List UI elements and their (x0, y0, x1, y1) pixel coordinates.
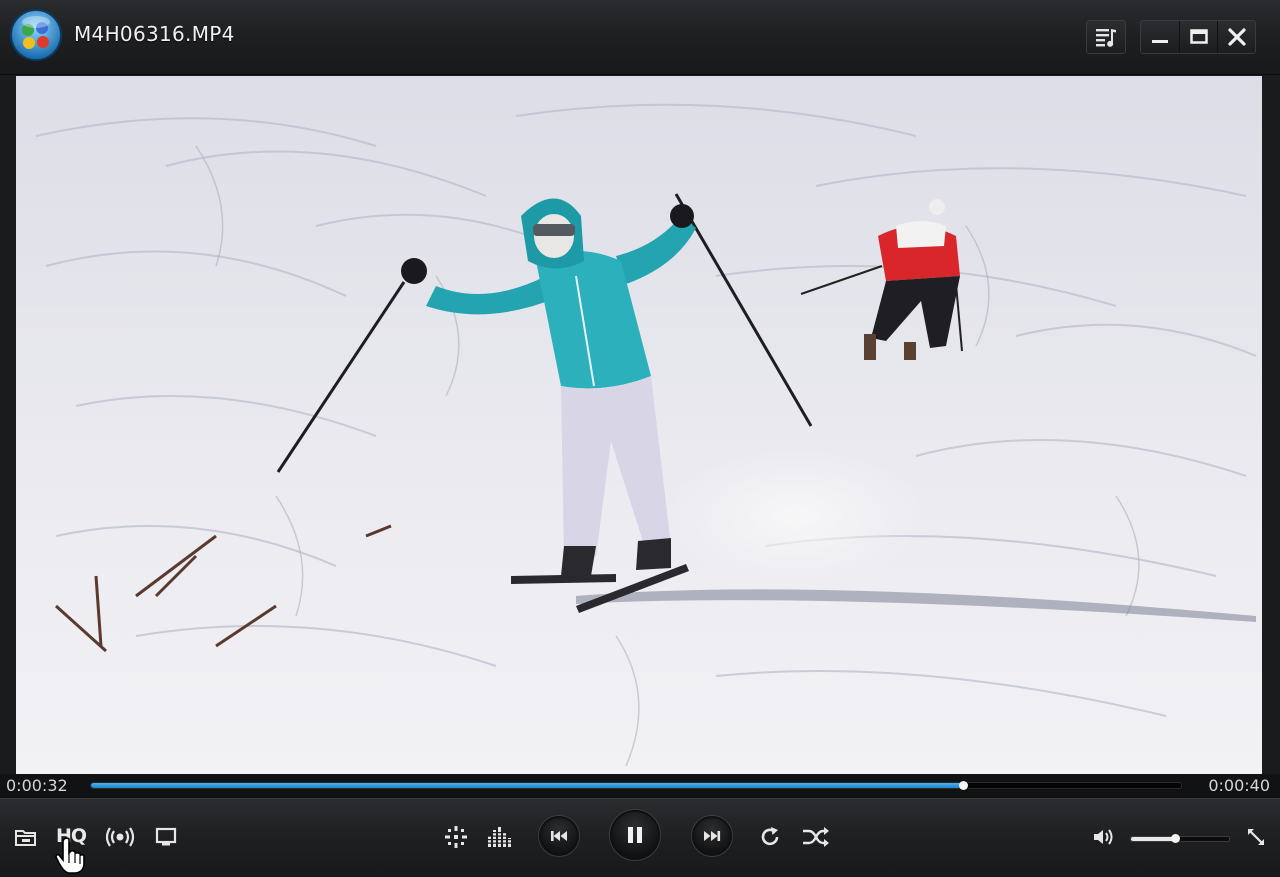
volume-level (1131, 837, 1176, 841)
close-icon[interactable] (1217, 21, 1255, 53)
minimize-icon[interactable] (1141, 21, 1179, 53)
open-folder-icon[interactable] (12, 823, 40, 851)
hand-cursor-icon (54, 837, 86, 875)
fullscreen-icon[interactable] (1242, 823, 1270, 851)
seek-handle[interactable] (959, 781, 968, 790)
video-frame[interactable] (16, 76, 1262, 774)
seek-bar[interactable] (90, 781, 1182, 790)
screen-icon[interactable] (152, 823, 180, 851)
pause-icon[interactable] (609, 809, 661, 861)
previous-icon[interactable] (538, 815, 580, 857)
next-icon[interactable] (691, 815, 733, 857)
seek-progress (91, 783, 963, 788)
total-time: 0:00:40 (1208, 776, 1270, 795)
effects-icon[interactable] (442, 823, 470, 851)
volume-handle[interactable] (1171, 834, 1181, 843)
maximize-icon[interactable] (1179, 21, 1217, 53)
window-title: M4H06316.MP4 (74, 22, 235, 46)
current-time: 0:00:32 (6, 776, 68, 795)
equalizer-icon[interactable] (485, 823, 515, 851)
volume-icon[interactable] (1090, 823, 1118, 851)
control-bar: HQ (0, 798, 1280, 877)
playlist-icon[interactable] (1087, 21, 1125, 53)
volume-slider[interactable] (1130, 834, 1230, 843)
repeat-icon[interactable] (756, 823, 784, 851)
seek-row: 0:00:32 0:00:40 (0, 774, 1280, 798)
title-bar: M4H06316.MP4 (0, 0, 1280, 75)
media-player-logo-icon[interactable] (9, 8, 63, 62)
shuffle-icon[interactable] (800, 823, 832, 851)
broadcast-icon[interactable] (104, 823, 136, 851)
